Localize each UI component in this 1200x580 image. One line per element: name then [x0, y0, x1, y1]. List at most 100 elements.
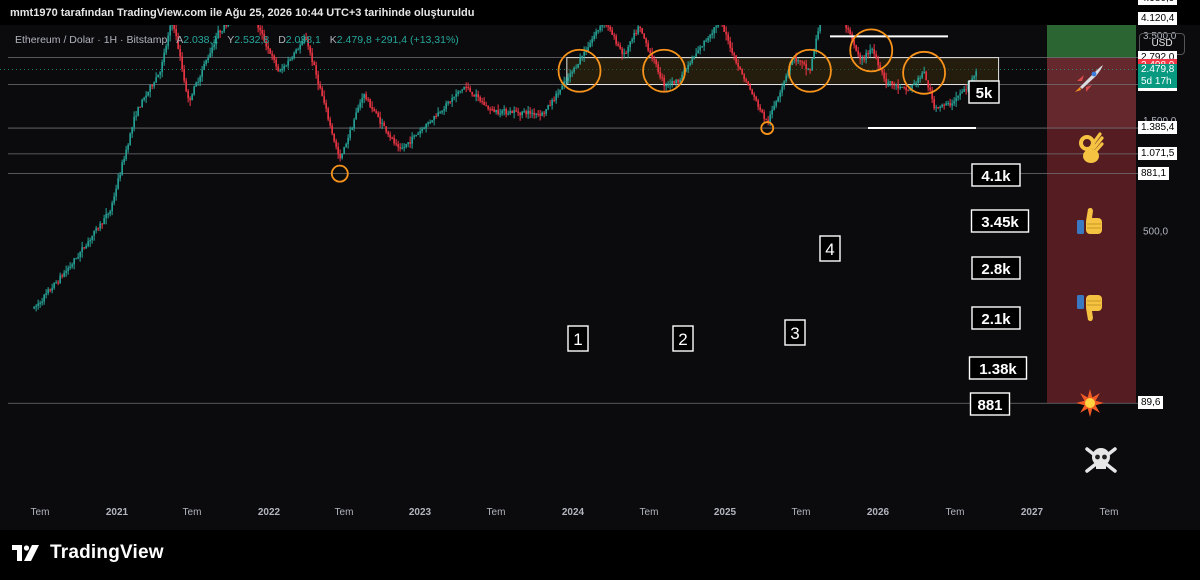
candle-body [211, 47, 213, 53]
candle-body [669, 83, 671, 85]
candle-body [413, 135, 415, 137]
candle-body [919, 77, 921, 79]
candle-body [609, 26, 611, 30]
candle-body [325, 102, 327, 109]
candle-body [357, 107, 359, 113]
x-tick-label: 2021 [106, 507, 129, 518]
candle-body [959, 93, 961, 96]
candle-body [671, 81, 673, 84]
target-label: 3.45k [970, 209, 1030, 233]
candle-body [35, 305, 37, 308]
candle-body [389, 134, 391, 138]
candle-body [227, 25, 229, 27]
candle-body [655, 59, 657, 65]
candle-body [419, 131, 421, 134]
box-label-text: 2 [678, 330, 687, 349]
candle-body [183, 69, 185, 81]
target-label-text: 2.1k [981, 311, 1011, 328]
candle-body [607, 25, 609, 27]
last-price-value: 2.479,8 [1141, 63, 1175, 75]
candle-body [315, 65, 317, 75]
candle-body [777, 97, 779, 102]
candle-body [927, 80, 929, 88]
candle-body [743, 74, 745, 80]
candle-body [377, 112, 379, 118]
candle-body [529, 110, 531, 114]
candle-body [59, 275, 61, 283]
candle-body [759, 106, 761, 110]
candle-body [849, 29, 851, 35]
candle-body [957, 95, 959, 98]
candle-body [675, 79, 677, 84]
candle-body [807, 68, 809, 70]
candle-body [953, 101, 955, 104]
candle-body [727, 34, 729, 41]
candle-body [941, 104, 943, 107]
candle-body [557, 93, 559, 95]
bar-countdown: 5d 17h [1141, 75, 1172, 87]
candle-body [873, 49, 875, 55]
tradingview-logo[interactable]: TradingView [12, 542, 164, 564]
candle-body [197, 81, 199, 83]
legend-close-value: 2.479,8 [336, 34, 372, 46]
candle-body [333, 133, 335, 142]
price-chart[interactable]: 12345k4.1k3.45k2.8k2.1k1.38k8815.500,04.… [0, 25, 1200, 530]
candle-body [109, 211, 111, 214]
candle-body [497, 110, 499, 114]
candle-body [947, 103, 949, 105]
candle-body [149, 85, 151, 92]
candle-body [401, 147, 403, 149]
candle-body [221, 31, 223, 33]
candle-body [897, 84, 899, 89]
candle-body [271, 53, 273, 56]
candle-body [121, 162, 123, 175]
candle-body [885, 78, 887, 84]
candle-body [845, 25, 847, 29]
candle-body [431, 120, 433, 122]
sentiment-zone [1047, 128, 1136, 404]
candle-body [615, 36, 617, 44]
candle-body [361, 98, 363, 103]
candle-body [887, 82, 889, 84]
candle-body [643, 33, 645, 39]
candle-body [67, 268, 69, 271]
candle-body [911, 85, 913, 89]
candle-body [491, 109, 493, 111]
target-label: 2.8k [971, 256, 1021, 280]
candle-body [975, 71, 977, 77]
candle-body [725, 31, 727, 35]
candle-body [921, 73, 923, 78]
candle-body [157, 74, 159, 78]
candle-body [515, 110, 517, 112]
candle-body [321, 88, 323, 97]
candle-body [901, 86, 903, 88]
candle-body [115, 188, 117, 197]
x-tick-label: 2024 [562, 507, 585, 518]
candle-body [631, 39, 633, 42]
candle-body [181, 56, 183, 70]
candle-body [421, 128, 423, 132]
candle-body [373, 109, 375, 112]
candle-body [633, 32, 635, 40]
candle-body [391, 137, 393, 139]
candle-body [805, 63, 807, 69]
candle-body [893, 84, 895, 86]
candle-body [963, 89, 965, 92]
candle-body [317, 74, 319, 85]
candle-body [415, 134, 417, 136]
candle-body [337, 146, 339, 155]
candle-body [533, 112, 535, 115]
candle-body [701, 46, 703, 48]
candle-body [657, 64, 659, 72]
candle-body [57, 282, 59, 284]
candle-body [689, 62, 691, 65]
candle-body [123, 159, 125, 163]
candle-body [521, 111, 523, 116]
candle-body [703, 40, 705, 47]
x-tick-label: 2026 [867, 507, 890, 518]
candle-body [195, 82, 197, 87]
legend-symbol: Ethereum / Dolar · 1H · Bitstamp [15, 34, 168, 46]
candle-body [293, 52, 295, 58]
candle-body [815, 38, 817, 50]
candle-body [739, 66, 741, 70]
